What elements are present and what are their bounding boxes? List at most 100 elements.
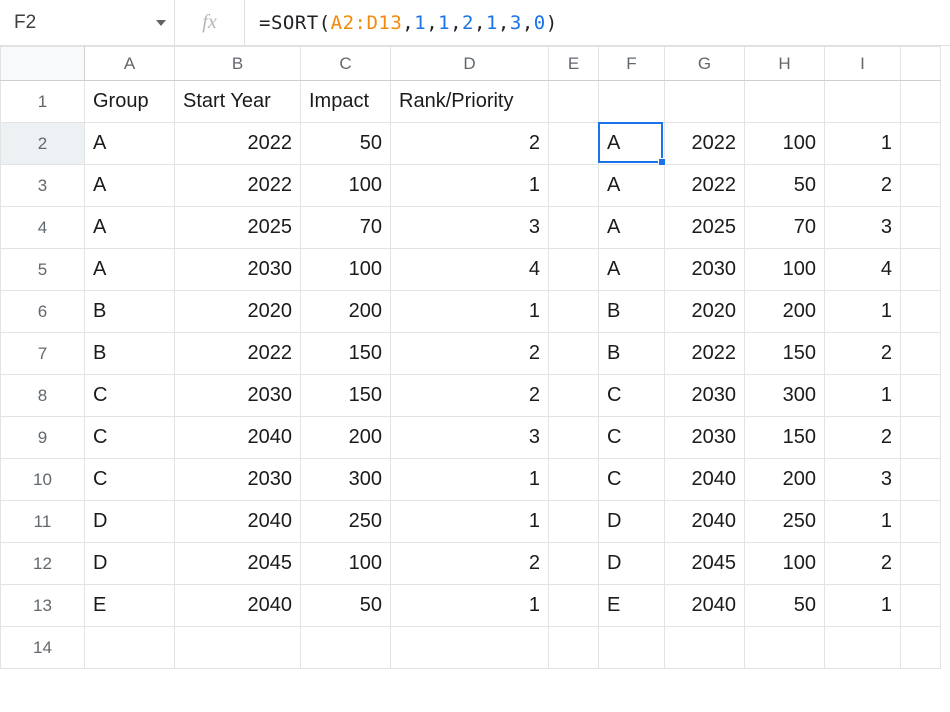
cell-D7[interactable]: 2	[391, 333, 549, 375]
cell-A10[interactable]: C	[85, 459, 175, 501]
cell-D2[interactable]: 2	[391, 123, 549, 165]
cell-C14[interactable]	[301, 627, 391, 669]
column-header-D[interactable]: D	[391, 47, 549, 81]
cell-C11[interactable]: 250	[301, 501, 391, 543]
cell-E1[interactable]	[549, 81, 599, 123]
cell-A5[interactable]: A	[85, 249, 175, 291]
cell-G3[interactable]: 2022	[665, 165, 745, 207]
cell-G2[interactable]: 2022	[665, 123, 745, 165]
row-header-9[interactable]: 9	[1, 417, 85, 459]
cell-B14[interactable]	[175, 627, 301, 669]
cell-C12[interactable]: 100	[301, 543, 391, 585]
cell-D1[interactable]: Rank/Priority	[391, 81, 549, 123]
row-header-5[interactable]: 5	[1, 249, 85, 291]
cell-C10[interactable]: 300	[301, 459, 391, 501]
row-header-14[interactable]: 14	[1, 627, 85, 669]
column-header-I[interactable]: I	[825, 47, 901, 81]
cell-D9[interactable]: 3	[391, 417, 549, 459]
column-header-C[interactable]: C	[301, 47, 391, 81]
cell-G14[interactable]	[665, 627, 745, 669]
column-header-A[interactable]: A	[85, 47, 175, 81]
cell-I11[interactable]: 1	[825, 501, 901, 543]
row-header-12[interactable]: 12	[1, 543, 85, 585]
cell-A11[interactable]: D	[85, 501, 175, 543]
cell-B13[interactable]: 2040	[175, 585, 301, 627]
row-header-2[interactable]: 2	[1, 123, 85, 165]
cell-A13[interactable]: E	[85, 585, 175, 627]
name-box-dropdown-icon[interactable]	[156, 20, 166, 26]
cell-H14[interactable]	[745, 627, 825, 669]
cell-H13[interactable]: 50	[745, 585, 825, 627]
row-header-10[interactable]: 10	[1, 459, 85, 501]
cell-H9[interactable]: 150	[745, 417, 825, 459]
cell-B12[interactable]: 2045	[175, 543, 301, 585]
cell-B10[interactable]: 2030	[175, 459, 301, 501]
cell-B5[interactable]: 2030	[175, 249, 301, 291]
cell-H8[interactable]: 300	[745, 375, 825, 417]
cell-G5[interactable]: 2030	[665, 249, 745, 291]
cell-pad-9[interactable]	[901, 417, 941, 459]
cell-I9[interactable]: 2	[825, 417, 901, 459]
cell-E2[interactable]	[549, 123, 599, 165]
cell-B4[interactable]: 2025	[175, 207, 301, 249]
row-header-8[interactable]: 8	[1, 375, 85, 417]
cell-C2[interactable]: 50	[301, 123, 391, 165]
cell-E14[interactable]	[549, 627, 599, 669]
cell-D13[interactable]: 1	[391, 585, 549, 627]
cell-F14[interactable]	[599, 627, 665, 669]
cell-H5[interactable]: 100	[745, 249, 825, 291]
cell-H7[interactable]: 150	[745, 333, 825, 375]
cell-F12[interactable]: D	[599, 543, 665, 585]
cell-B3[interactable]: 2022	[175, 165, 301, 207]
cell-H12[interactable]: 100	[745, 543, 825, 585]
cell-A8[interactable]: C	[85, 375, 175, 417]
cell-A14[interactable]	[85, 627, 175, 669]
cell-A9[interactable]: C	[85, 417, 175, 459]
cell-E9[interactable]	[549, 417, 599, 459]
cell-G1[interactable]	[665, 81, 745, 123]
cell-B11[interactable]: 2040	[175, 501, 301, 543]
cell-F1[interactable]	[599, 81, 665, 123]
cell-I6[interactable]: 1	[825, 291, 901, 333]
row-header-6[interactable]: 6	[1, 291, 85, 333]
cell-D6[interactable]: 1	[391, 291, 549, 333]
cell-D8[interactable]: 2	[391, 375, 549, 417]
cell-D14[interactable]	[391, 627, 549, 669]
cell-G10[interactable]: 2040	[665, 459, 745, 501]
cell-F13[interactable]: E	[599, 585, 665, 627]
cell-C7[interactable]: 150	[301, 333, 391, 375]
cell-C8[interactable]: 150	[301, 375, 391, 417]
spreadsheet-grid[interactable]: ABCDEFGHI1GroupStart YearImpactRank/Prio…	[0, 46, 950, 669]
cell-F8[interactable]: C	[599, 375, 665, 417]
cell-D12[interactable]: 2	[391, 543, 549, 585]
cell-A1[interactable]: Group	[85, 81, 175, 123]
cell-H3[interactable]: 50	[745, 165, 825, 207]
cell-D5[interactable]: 4	[391, 249, 549, 291]
cell-pad-7[interactable]	[901, 333, 941, 375]
cell-pad-5[interactable]	[901, 249, 941, 291]
formula-bar[interactable]: =SORT(A2:D13,1,1,2,1,3,0)	[245, 0, 950, 45]
column-header-F[interactable]: F	[599, 47, 665, 81]
cell-C1[interactable]: Impact	[301, 81, 391, 123]
cell-C4[interactable]: 70	[301, 207, 391, 249]
cell-I4[interactable]: 3	[825, 207, 901, 249]
cell-E8[interactable]	[549, 375, 599, 417]
cell-pad-3[interactable]	[901, 165, 941, 207]
cell-I3[interactable]: 2	[825, 165, 901, 207]
cell-I1[interactable]	[825, 81, 901, 123]
cell-I13[interactable]: 1	[825, 585, 901, 627]
cell-B7[interactable]: 2022	[175, 333, 301, 375]
cell-D10[interactable]: 1	[391, 459, 549, 501]
cell-E11[interactable]	[549, 501, 599, 543]
cell-F10[interactable]: C	[599, 459, 665, 501]
cell-pad-11[interactable]	[901, 501, 941, 543]
column-header-B[interactable]: B	[175, 47, 301, 81]
cell-A6[interactable]: B	[85, 291, 175, 333]
row-header-1[interactable]: 1	[1, 81, 85, 123]
cell-E13[interactable]	[549, 585, 599, 627]
row-header-13[interactable]: 13	[1, 585, 85, 627]
row-header-3[interactable]: 3	[1, 165, 85, 207]
cell-H1[interactable]	[745, 81, 825, 123]
cell-H11[interactable]: 250	[745, 501, 825, 543]
column-header-G[interactable]: G	[665, 47, 745, 81]
